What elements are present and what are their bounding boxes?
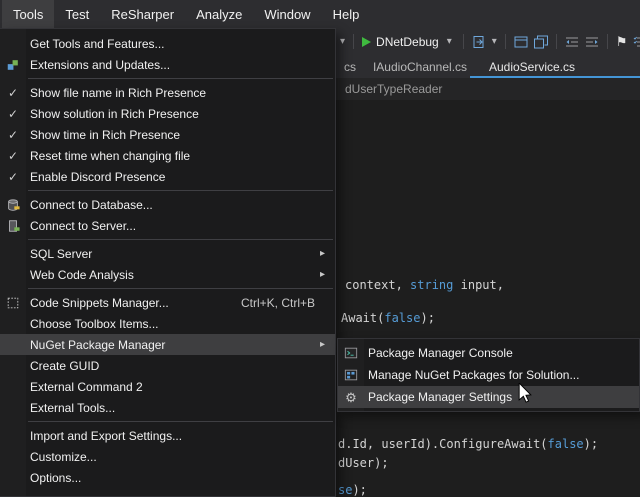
submenu-item-package-manager-console[interactable]: Package Manager Console (338, 342, 639, 364)
breadcrumb-text[interactable]: dUserTypeReader (345, 82, 442, 96)
menu-separator (28, 78, 333, 79)
check-icon: ✓ (8, 107, 18, 121)
code-snippets-icon (6, 296, 20, 310)
menu-item-reset-time[interactable]: ✓ Reset time when changing file (0, 145, 335, 166)
tab-audioservice[interactable]: AudioService.cs (472, 55, 592, 78)
code-line: dUser); (338, 456, 389, 470)
code-line: Await(false); (341, 311, 435, 325)
menu-item-get-tools-and-features[interactable]: Get Tools and Features... (0, 33, 335, 54)
menubar-item-test[interactable]: Test (54, 0, 100, 28)
submenu-arrow-icon: ▸ (320, 339, 325, 350)
toolbar-separator (463, 34, 464, 49)
menu-separator (28, 239, 333, 240)
attach-debugger-icon[interactable] (471, 34, 487, 50)
tab-iaudiochannel[interactable]: IAudioChannel.cs (368, 55, 472, 78)
menu-item-enable-discord-presence[interactable]: ✓ Enable Discord Presence (0, 166, 335, 187)
new-window-icon[interactable] (513, 34, 529, 50)
menu-item-web-code-analysis[interactable]: Web Code Analysis ▸ (0, 264, 335, 285)
tools-menu: Get Tools and Features... Extensions and… (0, 28, 336, 497)
check-icon: ✓ (8, 149, 18, 163)
menu-item-import-export-settings[interactable]: Import and Export Settings... (0, 425, 335, 446)
chevron-down-icon[interactable]: ▾ (489, 36, 500, 47)
menubar-item-analyze[interactable]: Analyze (185, 0, 253, 28)
toolbar-separator (353, 34, 354, 49)
code-line: d.Id, userId).ConfigureAwait(false); (338, 437, 598, 451)
menu-item-nuget-package-manager[interactable]: NuGet Package Manager ▸ (0, 334, 335, 355)
check-icon: ✓ (8, 86, 18, 100)
bookmark-icon[interactable]: ⚑ (616, 34, 628, 50)
menu-item-create-guid[interactable]: Create GUID (0, 355, 335, 376)
menu-item-external-tools[interactable]: External Tools... (0, 397, 335, 418)
menubar-item-help[interactable]: Help (322, 0, 371, 28)
copy-window-icon[interactable] (533, 34, 549, 50)
submenu-item-package-manager-settings[interactable]: ⚙ Package Manager Settings (338, 386, 639, 408)
menu-separator (28, 288, 333, 289)
menu-bar: Tools Test ReSharper Analyze Window Help (0, 0, 640, 28)
menu-separator (28, 421, 333, 422)
menu-item-show-solution[interactable]: ✓ Show solution in Rich Presence (0, 103, 335, 124)
tab-document-partial[interactable]: cs (337, 55, 363, 78)
vs-window: Tools Test ReSharper Analyze Window Help… (0, 0, 640, 497)
indent-increase-icon[interactable] (584, 34, 600, 50)
submenu-arrow-icon: ▸ (320, 269, 325, 280)
submenu-arrow-icon: ▸ (320, 248, 325, 259)
menu-item-external-command-2[interactable]: External Command 2 (0, 376, 335, 397)
code-line: context, string input, (345, 278, 504, 292)
chevron-down-icon: ▾ (444, 36, 455, 47)
mouse-cursor (518, 383, 532, 404)
check-icon: ✓ (8, 170, 18, 184)
code-line: se); (338, 483, 367, 497)
menu-item-customize[interactable]: Customize... (0, 446, 335, 467)
packages-icon (344, 368, 358, 382)
active-tab-underline (470, 76, 640, 78)
menubar-item-window[interactable]: Window (253, 0, 321, 28)
console-icon (344, 346, 358, 360)
submenu-item-manage-nuget-packages[interactable]: Manage NuGet Packages for Solution... (338, 364, 639, 386)
indent-decrease-icon[interactable] (564, 34, 580, 50)
toolbar-separator (505, 34, 506, 49)
server-icon (6, 219, 20, 233)
check-icon: ✓ (8, 128, 18, 142)
menu-item-connect-to-server[interactable]: Connect to Server... (0, 215, 335, 236)
menu-item-choose-toolbox-items[interactable]: Choose Toolbox Items... (0, 313, 335, 334)
menu-item-show-time[interactable]: ✓ Show time in Rich Presence (0, 124, 335, 145)
nuget-submenu: Package Manager Console Manage NuGet Pac… (337, 338, 640, 412)
menu-item-show-file-name[interactable]: ✓ Show file name in Rich Presence (0, 82, 335, 103)
start-debug-button[interactable]: DNetDebug ▾ (359, 35, 458, 49)
database-icon (6, 198, 20, 212)
menu-item-options[interactable]: Options... (0, 467, 335, 488)
menu-item-sql-server[interactable]: SQL Server ▸ (0, 243, 335, 264)
menubar-item-resharper[interactable]: ReSharper (100, 0, 185, 28)
chevron-down-icon[interactable]: ▾ (337, 36, 348, 47)
menu-item-code-snippets-manager[interactable]: Code Snippets Manager... Ctrl+K, Ctrl+B (0, 292, 335, 313)
menubar-item-tools[interactable]: Tools (2, 0, 54, 28)
gear-icon: ⚙ (345, 391, 357, 404)
menu-separator (28, 190, 333, 191)
debug-target-label: DNetDebug (376, 35, 439, 49)
task-list-icon[interactable] (632, 34, 640, 50)
extensions-icon (6, 58, 20, 72)
shortcut-label: Ctrl+K, Ctrl+B (241, 296, 315, 310)
toolbar-separator (607, 34, 608, 49)
play-icon (362, 37, 371, 47)
menu-item-extensions-and-updates[interactable]: Extensions and Updates... (0, 54, 335, 75)
toolbar-separator (556, 34, 557, 49)
menu-item-connect-to-database[interactable]: Connect to Database... (0, 194, 335, 215)
